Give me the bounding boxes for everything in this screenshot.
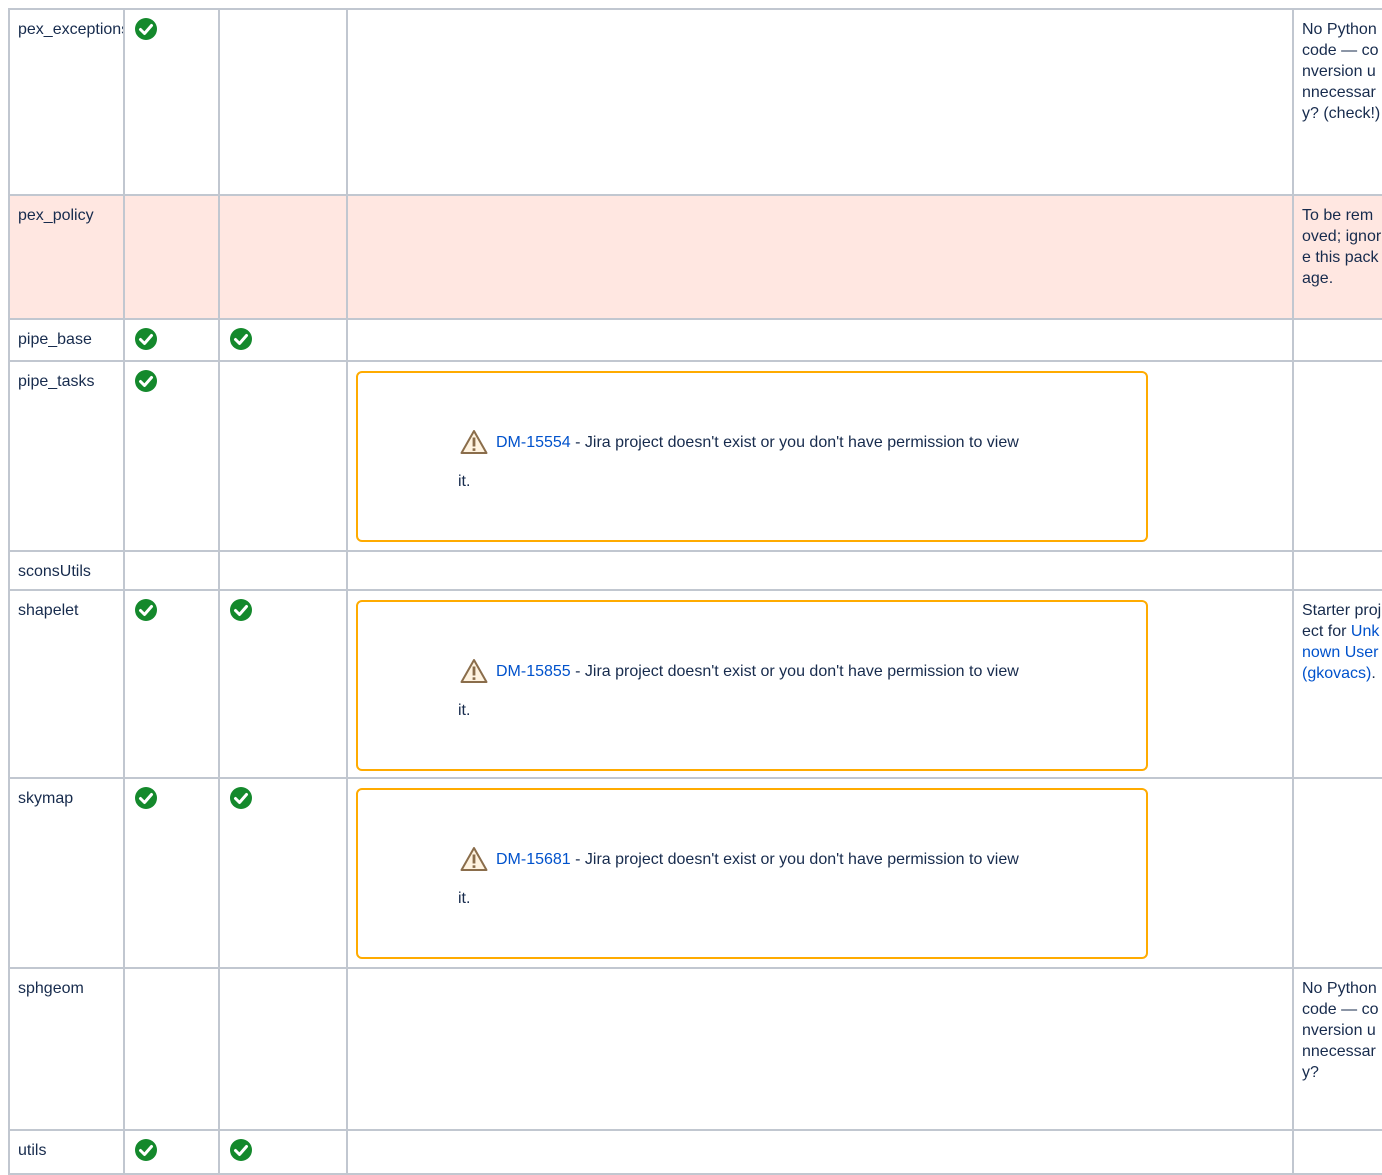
- jira-issue-link[interactable]: DM-15855: [496, 663, 571, 680]
- notes-cell: No Python code — conversion unnecessary?…: [1292, 8, 1382, 196]
- jira-message-end: it.: [458, 473, 471, 490]
- status-cell: [123, 550, 220, 591]
- notes-cell: To be removed; ignore this package.: [1292, 194, 1382, 320]
- status-cell: [218, 777, 348, 969]
- package-name: sphgeom: [8, 967, 125, 1131]
- status-cell: [218, 318, 348, 362]
- notes-cell: [1292, 360, 1382, 552]
- status-cell: [218, 194, 348, 320]
- status-cell: [123, 967, 220, 1131]
- status-cell: [123, 360, 220, 552]
- table-row: pipe_base: [8, 318, 1382, 362]
- ticket-cell: [346, 318, 1294, 362]
- notes-cell: No Python code — conversion unnecessary?: [1292, 967, 1382, 1131]
- jira-issue-line: DM-15554 - Jira project doesn't exist or…: [460, 429, 1019, 455]
- check-circle-icon: [135, 328, 157, 350]
- notes-cell: [1292, 777, 1382, 969]
- package-name: pipe_tasks: [8, 360, 125, 552]
- jira-message-end: it.: [458, 702, 471, 719]
- ticket-cell: [346, 1129, 1294, 1175]
- jira-issue-macro: DM-15855 - Jira project doesn't exist or…: [356, 600, 1148, 771]
- package-name: shapelet: [8, 589, 125, 779]
- status-cell: [123, 318, 220, 362]
- jira-issue-macro: DM-15554 - Jira project doesn't exist or…: [356, 371, 1148, 542]
- check-circle-icon: [135, 370, 157, 392]
- check-circle-icon: [230, 1139, 252, 1161]
- status-cell: [218, 8, 348, 196]
- warning-icon: [460, 847, 488, 871]
- package-name: pex_exceptions: [8, 8, 125, 196]
- table-row: skymap DM-15681 - Jira project doesn't e…: [8, 777, 1382, 969]
- table-row: pex_policy To be removed; ignore this pa…: [8, 194, 1382, 320]
- ticket-cell: [346, 967, 1294, 1131]
- jira-issue-line: DM-15681 - Jira project doesn't exist or…: [460, 846, 1019, 872]
- ticket-cell: DM-15681 - Jira project doesn't exist or…: [346, 777, 1294, 969]
- ticket-cell: [346, 194, 1294, 320]
- jira-message: - Jira project doesn't exist or you don'…: [570, 433, 1019, 451]
- check-circle-icon: [135, 18, 157, 40]
- package-name: pipe_base: [8, 318, 125, 362]
- status-cell: [123, 194, 220, 320]
- check-circle-icon: [135, 1139, 157, 1161]
- package-table: pex_exceptions No Python code — conversi…: [8, 8, 1382, 1175]
- table-row: utils: [8, 1129, 1382, 1175]
- table-row: pipe_tasks DM-15554 - Jira project doesn…: [8, 360, 1382, 552]
- status-cell: [123, 8, 220, 196]
- status-cell: [123, 589, 220, 779]
- table-row: sphgeom No Python code — conversion unne…: [8, 967, 1382, 1131]
- warning-icon: [460, 659, 488, 683]
- ticket-cell: [346, 8, 1294, 196]
- package-name: pex_policy: [8, 194, 125, 320]
- package-name: utils: [8, 1129, 125, 1175]
- check-circle-icon: [230, 328, 252, 350]
- status-cell: [218, 550, 348, 591]
- check-circle-icon: [230, 787, 252, 809]
- check-circle-icon: [135, 599, 157, 621]
- ticket-cell: [346, 550, 1294, 591]
- status-cell: [123, 777, 220, 969]
- warning-icon: [460, 430, 488, 454]
- package-name: sconsUtils: [8, 550, 125, 591]
- notes-cell: Starter project for Unknown User (gkovac…: [1292, 589, 1382, 779]
- check-circle-icon: [230, 599, 252, 621]
- status-cell: [218, 967, 348, 1131]
- table-row: shapelet DM-15855 - Jira project doesn't…: [8, 589, 1382, 779]
- jira-message: - Jira project doesn't exist or you don'…: [570, 850, 1019, 868]
- ticket-cell: DM-15855 - Jira project doesn't exist or…: [346, 589, 1294, 779]
- package-name: skymap: [8, 777, 125, 969]
- jira-issue-macro: DM-15681 - Jira project doesn't exist or…: [356, 788, 1148, 959]
- check-circle-icon: [135, 787, 157, 809]
- ticket-cell: DM-15554 - Jira project doesn't exist or…: [346, 360, 1294, 552]
- table-row: sconsUtils: [8, 550, 1382, 591]
- status-cell: [218, 589, 348, 779]
- jira-message-end: it.: [458, 890, 471, 907]
- jira-issue-link[interactable]: DM-15681: [496, 851, 571, 868]
- status-cell: [218, 1129, 348, 1175]
- notes-cell: [1292, 318, 1382, 362]
- notes-cell: [1292, 550, 1382, 591]
- notes-cell: [1292, 1129, 1382, 1175]
- jira-issue-link[interactable]: DM-15554: [496, 434, 571, 451]
- table-row: pex_exceptions No Python code — conversi…: [8, 8, 1382, 196]
- jira-issue-line: DM-15855 - Jira project doesn't exist or…: [460, 658, 1019, 684]
- status-cell: [123, 1129, 220, 1175]
- jira-message: - Jira project doesn't exist or you don'…: [570, 662, 1019, 680]
- status-cell: [218, 360, 348, 552]
